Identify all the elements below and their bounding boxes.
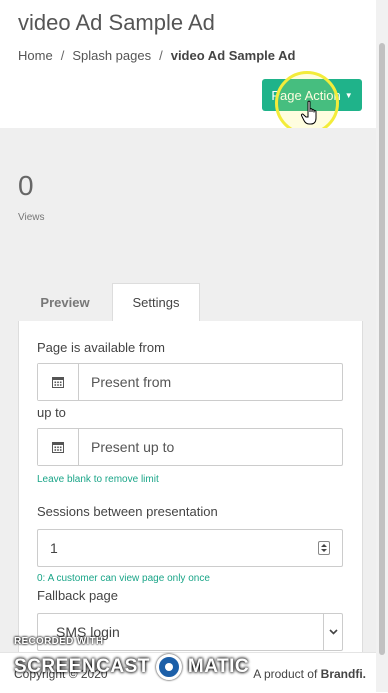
- sessions-value: 1: [50, 540, 58, 556]
- product-credit: A product of Brandfi.: [253, 667, 366, 681]
- tab-preview[interactable]: Preview: [18, 283, 112, 321]
- page-title: video Ad Sample Ad: [18, 10, 215, 35]
- main-content: 0 Views Preview Settings Page is availab…: [0, 128, 376, 692]
- scrollbar-thumb[interactable]: [379, 43, 385, 655]
- sessions-hint: 0: A customer can view page only once: [37, 573, 210, 584]
- breadcrumb: Home / Splash pages / video Ad Sample Ad: [18, 48, 295, 63]
- page-header: video Ad Sample Ad Home / Splash pages / vid…: [0, 0, 376, 135]
- brand-link[interactable]: Brandfi.: [321, 667, 366, 681]
- blank-hint: Leave blank to remove limit: [37, 474, 159, 485]
- chevron-down-icon[interactable]: [323, 614, 342, 650]
- calendar-icon[interactable]: [38, 429, 79, 465]
- caret-down-icon: ▼: [344, 90, 353, 100]
- watermark-recorded-with: RECORDED WITH: [14, 636, 104, 647]
- breadcrumb-current: video Ad Sample Ad: [170, 48, 296, 63]
- up-to-label: up to: [37, 405, 66, 420]
- present-up-to-field[interactable]: Present up to: [37, 428, 343, 466]
- watermark-left: SCREENCAST: [14, 656, 150, 677]
- breadcrumb-splash-pages[interactable]: Splash pages: [72, 48, 151, 63]
- fallback-label: Fallback page: [37, 588, 118, 603]
- present-from-input[interactable]: Present from: [79, 364, 342, 400]
- present-up-to-input[interactable]: Present up to: [79, 429, 342, 465]
- tab-bar: Preview Settings: [18, 283, 363, 321]
- available-from-label: Page is available from: [37, 340, 165, 355]
- product-prefix: A product of: [253, 667, 321, 681]
- calendar-icon[interactable]: [38, 364, 79, 400]
- pointer-cursor-icon: [300, 100, 317, 125]
- views-count: 0: [18, 170, 34, 201]
- breadcrumb-home[interactable]: Home: [18, 48, 53, 63]
- sessions-label: Sessions between presentation: [37, 504, 218, 519]
- spinner-icon[interactable]: [318, 541, 330, 555]
- present-from-field[interactable]: Present from: [37, 363, 343, 401]
- breadcrumb-separator: /: [60, 48, 65, 63]
- sessions-input[interactable]: 1: [37, 529, 343, 567]
- tab-settings[interactable]: Settings: [112, 283, 200, 321]
- watermark-right: MATIC: [187, 656, 250, 677]
- screencast-watermark: SCREENCAST MATIC: [14, 652, 249, 682]
- screencast-logo-icon: [155, 654, 182, 680]
- scrollbar[interactable]: [376, 0, 388, 692]
- views-label: Views: [18, 212, 45, 223]
- breadcrumb-separator: /: [159, 48, 163, 63]
